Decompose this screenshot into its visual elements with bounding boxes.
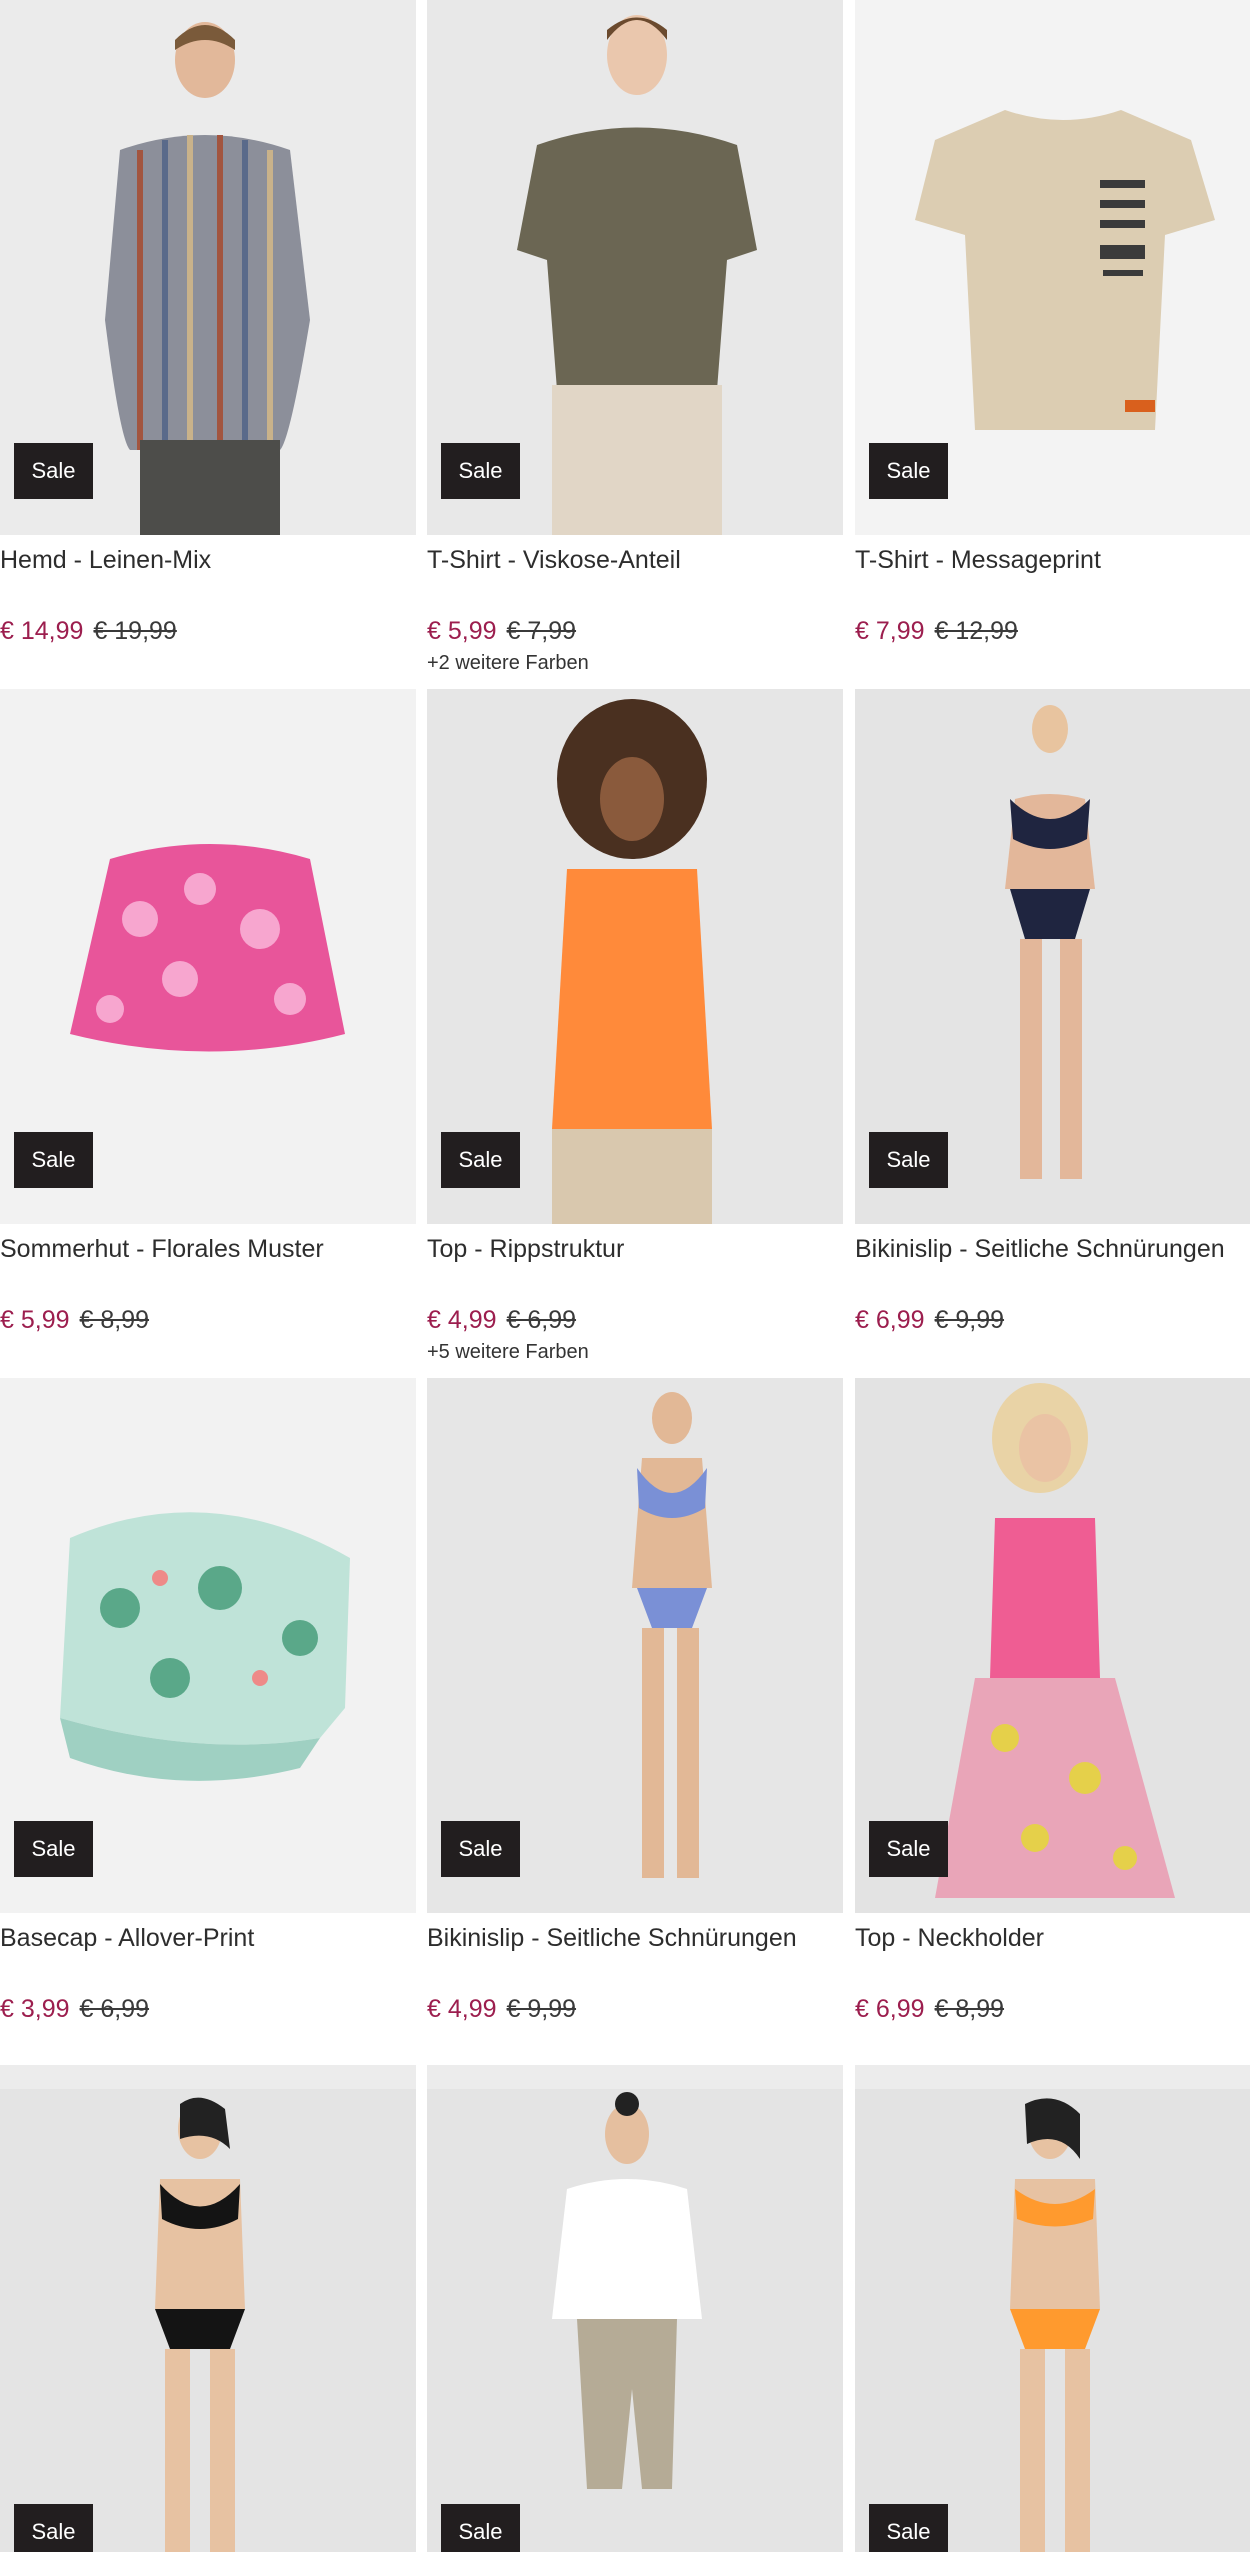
- product-title[interactable]: Top - Neckholder: [855, 1921, 1250, 1955]
- sale-badge: Sale: [869, 1132, 948, 1188]
- sale-price: € 14,99: [0, 617, 84, 645]
- sale-price: € 4,99: [427, 1306, 497, 1334]
- product-title[interactable]: Sommerhut - Florales Muster: [0, 1232, 416, 1266]
- price-row: € 3,99 € 6,99: [0, 1993, 416, 2025]
- original-price: € 8,99: [79, 1306, 150, 1334]
- product-image[interactable]: Sale: [0, 689, 416, 1224]
- product-card[interactable]: Sale Bikinislip - Seitliche Schnürungen …: [427, 1378, 843, 2025]
- product-title[interactable]: Bikinislip - Seitliche Schnürungen: [855, 1232, 1250, 1266]
- sale-badge: Sale: [441, 443, 520, 499]
- product-image[interactable]: Sale: [855, 0, 1250, 535]
- product-card[interactable]: Sale Top - Rippstruktur € 4,99 € 6,99 +5 …: [427, 689, 843, 1364]
- original-price: € 6,99: [506, 1306, 577, 1334]
- product-image[interactable]: Sale: [855, 2065, 1250, 2552]
- sale-badge: Sale: [869, 443, 948, 499]
- product-title[interactable]: Basecap - Allover-Print: [0, 1921, 416, 1955]
- sale-price: € 6,99: [855, 1995, 925, 2023]
- original-price: € 6,99: [79, 1995, 150, 2023]
- price-row: € 14,99 € 19,99: [0, 615, 416, 647]
- sale-price: € 7,99: [855, 617, 925, 645]
- original-price: € 12,99: [934, 617, 1018, 645]
- product-image[interactable]: Sale: [855, 1378, 1250, 1913]
- product-image[interactable]: Sale: [855, 689, 1250, 1224]
- product-title[interactable]: Bikinislip - Seitliche Schnürungen: [427, 1921, 843, 1955]
- product-card[interactable]: Sale T-Shirt - Messageprint € 7,99 € 12,9…: [855, 0, 1250, 647]
- product-card[interactable]: Sale T-Shirt - Viskose-Anteil € 5,99 € 7,…: [427, 0, 843, 675]
- product-grid: Sale Hemd - Leinen-Mix € 14,99 € 19,99 Sa…: [0, 0, 1250, 2552]
- sale-price: € 6,99: [855, 1306, 925, 1334]
- product-title[interactable]: Hemd - Leinen-Mix: [0, 543, 416, 577]
- sale-badge: Sale: [14, 2504, 93, 2552]
- original-price: € 19,99: [93, 617, 177, 645]
- sale-badge: Sale: [869, 2504, 948, 2552]
- original-price: € 8,99: [934, 1995, 1005, 2023]
- price-row: € 6,99 € 8,99: [855, 1993, 1250, 2025]
- product-title[interactable]: Top - Rippstruktur: [427, 1232, 843, 1266]
- sale-badge: Sale: [441, 1132, 520, 1188]
- price-row: € 6,99 € 9,99: [855, 1304, 1250, 1336]
- sale-badge: Sale: [869, 1821, 948, 1877]
- sale-badge: Sale: [441, 2504, 520, 2552]
- sale-price: € 5,99: [0, 1306, 70, 1334]
- product-card[interactable]: Sale Basecap - Allover-Print € 3,99 € 6,9…: [0, 1378, 416, 2025]
- sale-badge: Sale: [14, 1821, 93, 1877]
- price-row: € 5,99 € 8,99: [0, 1304, 416, 1336]
- sale-price: € 3,99: [0, 1995, 70, 2023]
- sale-badge: Sale: [14, 1132, 93, 1188]
- product-image[interactable]: Sale: [427, 689, 843, 1224]
- product-image[interactable]: Sale: [0, 2065, 416, 2552]
- price-row: € 5,99 € 7,99: [427, 615, 843, 647]
- sale-price: € 4,99: [427, 1995, 497, 2023]
- product-title[interactable]: T-Shirt - Viskose-Anteil: [427, 543, 843, 577]
- product-card[interactable]: Sale Hemd - Leinen-Mix € 14,99 € 19,99: [0, 0, 416, 647]
- product-card[interactable]: Sale Top - Neckholder € 6,99 € 8,99: [855, 1378, 1250, 2025]
- sale-price: € 5,99: [427, 617, 497, 645]
- sale-badge: Sale: [441, 1821, 520, 1877]
- original-price: € 9,99: [506, 1995, 577, 2023]
- original-price: € 7,99: [506, 617, 577, 645]
- product-card[interactable]: Sale: [855, 2065, 1250, 2552]
- price-row: € 4,99 € 6,99: [427, 1304, 843, 1336]
- product-card[interactable]: Sale Sommerhut - Florales Muster € 5,99 €…: [0, 689, 416, 1336]
- product-card[interactable]: Sale: [427, 2065, 843, 2552]
- product-card[interactable]: Sale: [0, 2065, 416, 2552]
- price-row: € 7,99 € 12,99: [855, 615, 1250, 647]
- product-image[interactable]: Sale: [0, 1378, 416, 1913]
- more-colors-link[interactable]: +5 weitere Farben: [427, 1340, 843, 1364]
- product-image[interactable]: Sale: [0, 0, 416, 535]
- price-row: € 4,99 € 9,99: [427, 1993, 843, 2025]
- product-image[interactable]: Sale: [427, 1378, 843, 1913]
- product-card[interactable]: Sale Bikinislip - Seitliche Schnürungen …: [855, 689, 1250, 1336]
- sale-badge: Sale: [14, 443, 93, 499]
- original-price: € 9,99: [934, 1306, 1005, 1334]
- more-colors-link[interactable]: +2 weitere Farben: [427, 651, 843, 675]
- product-image[interactable]: Sale: [427, 2065, 843, 2552]
- product-title[interactable]: T-Shirt - Messageprint: [855, 543, 1250, 577]
- product-image[interactable]: Sale: [427, 0, 843, 535]
